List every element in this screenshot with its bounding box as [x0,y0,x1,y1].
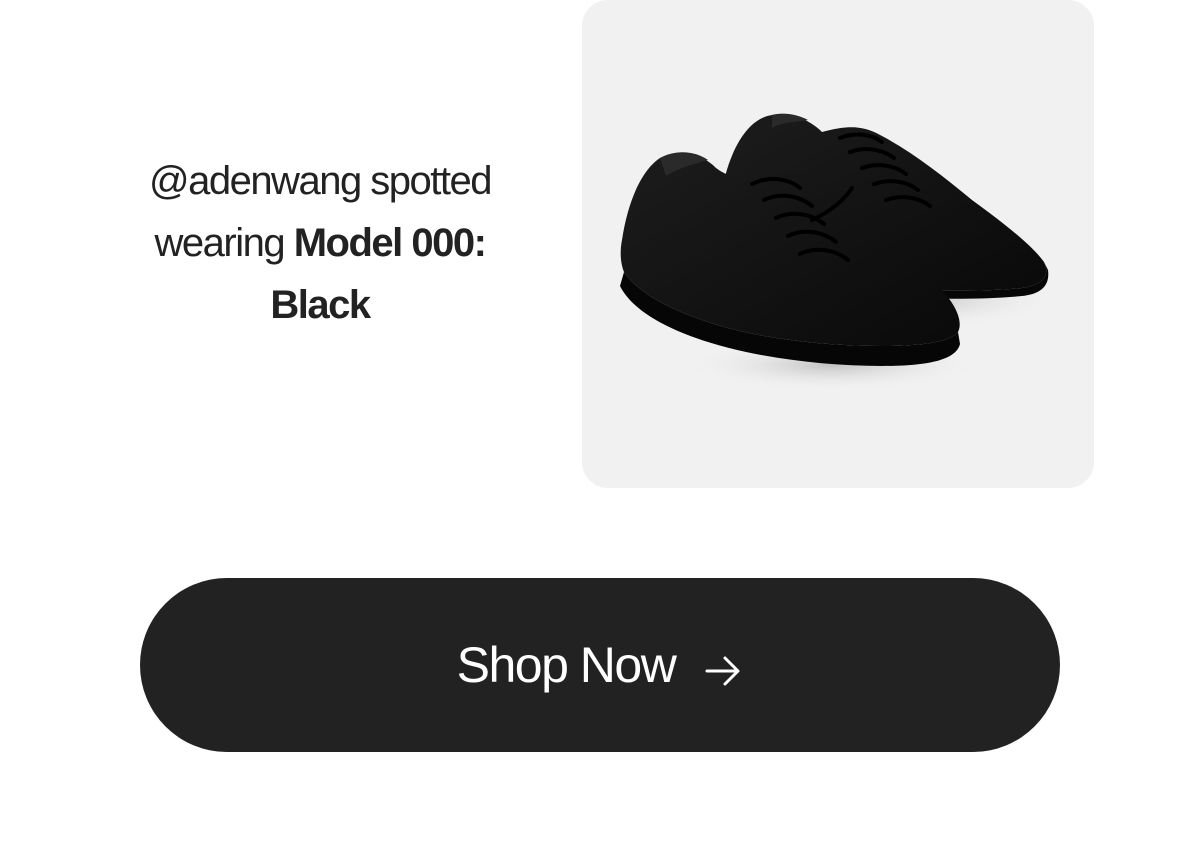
caption-wearing-text: wearing [154,221,294,265]
email-product-spotlight: @adenwang spotted wearing Model 000: Bla… [0,0,1200,868]
caption-product-name: Model 000: [293,221,487,265]
shop-now-button[interactable]: Shop Now [140,578,1060,752]
caption-handle-text: @adenwang spotted [148,159,493,203]
product-image-card[interactable] [582,0,1094,488]
arrow-right-icon [703,645,743,686]
sneaker-pair-image [620,113,1062,391]
caption-color-name: Black [270,283,371,327]
shop-now-label: Shop Now [456,637,677,693]
spotted-caption: @adenwang spotted wearing Model 000: Bla… [100,150,540,336]
